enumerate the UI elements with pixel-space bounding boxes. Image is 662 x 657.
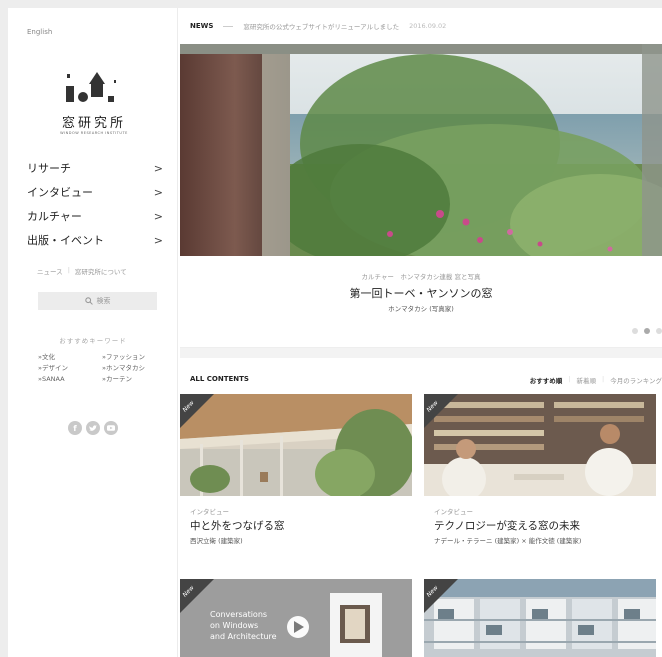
news-headline[interactable]: 窓研究所の公式ウェブサイトがリニューアルしました (243, 21, 399, 31)
hero-photo (180, 44, 662, 256)
news-label: NEWS (190, 22, 214, 30)
video-title-line: and Architecture (210, 632, 277, 641)
logo-mark-icon (66, 72, 116, 102)
logo-subtitle: WINDOW RESEARCH INSTITUTE (60, 131, 128, 135)
hero-author: ホンマタカシ (写真家) (388, 305, 454, 313)
keyword-link[interactable]: »SANAA (38, 375, 102, 384)
divider: | (67, 266, 70, 274)
card-thumbnail[interactable]: New (180, 394, 412, 496)
chevron-right-icon: > (153, 161, 163, 175)
chevron-right-icon: > (153, 185, 163, 199)
all-contents-header: ALL CONTENTS おすすめ順 | 新着順 | 今月のランキング (180, 368, 662, 392)
logo[interactable]: 窓研究所 WINDOW RESEARCH INSTITUTE (44, 60, 144, 145)
hero-caption[interactable]: カルチャー ホンマタカシ連載 窓と写真 第一回トーベ・ヤンソンの窓 ホンマタカシ… (180, 256, 662, 348)
keyword-link[interactable]: »文化 (38, 353, 102, 362)
about-link[interactable]: 窓研究所について (75, 266, 127, 276)
card-photo (424, 394, 656, 496)
keyword-link[interactable]: »ホンマタカシ (102, 364, 163, 373)
slider-pagination (632, 328, 662, 334)
youtube-icon[interactable] (104, 421, 118, 435)
sort-ranking[interactable]: 今月のランキング (610, 375, 662, 385)
page-frame: English 窓研究所 WINDOW RESEARCH INSTITUTE リ… (8, 8, 662, 657)
sub-links: ニュース | 窓研究所について (37, 266, 127, 276)
card-author: 西沢立衛 (建築家) (190, 537, 243, 545)
video-title-line: on Windows (210, 621, 259, 630)
search-box[interactable]: 検索 (38, 292, 157, 310)
main-nav: リサーチ > インタビュー > カルチャー > 出版・イベント > (27, 156, 163, 252)
keyword-link[interactable]: »カーテン (102, 375, 163, 384)
nav-label: インタビュー (27, 186, 93, 199)
keyword-link[interactable]: »ファッション (102, 353, 163, 362)
content-card[interactable]: New インタビュー 中と外をつなげる窓 西沢立衛 (建築家) (180, 394, 412, 574)
card-photo (180, 394, 412, 496)
keywords-list: »文化 »ファッション »デザイン »ホンマタカシ »SANAA »カーテン (38, 353, 163, 383)
divider: | (568, 375, 571, 383)
facebook-icon[interactable]: f (68, 421, 82, 435)
sort-tabs: おすすめ順 | 新着順 | 今月のランキング (530, 375, 662, 385)
news-link[interactable]: ニュース (37, 266, 63, 276)
keywords-title: おすすめキーワード (59, 337, 127, 345)
nav-label: 出版・イベント (27, 234, 104, 247)
nav-item-research[interactable]: リサーチ > (27, 156, 163, 180)
hero-title[interactable]: 第一回トーベ・ヤンソンの窓 (180, 285, 662, 301)
content-card[interactable]: New (424, 579, 656, 657)
card-title[interactable]: テクノロジーが変える窓の未来 (434, 518, 580, 533)
chevron-right-icon: > (153, 233, 163, 247)
video-title: Conversations on Windows and Architectur… (210, 609, 277, 642)
card-photo (424, 579, 656, 657)
slider-dot[interactable] (656, 328, 662, 334)
nav-item-culture[interactable]: カルチャー > (27, 204, 163, 228)
slider-dot[interactable] (632, 328, 638, 334)
search-icon (84, 297, 93, 305)
hero-category: カルチャー ホンマタカシ連載 窓と写真 (361, 273, 481, 281)
news-ticker[interactable]: NEWS 窓研究所の公式ウェブサイトがリニューアルしました 2016.09.02 (180, 8, 662, 44)
content-card-video[interactable]: Conversations on Windows and Architectur… (180, 579, 412, 657)
bird-icon (89, 424, 97, 431)
twitter-icon[interactable] (86, 421, 100, 435)
sort-newest[interactable]: 新着順 (576, 375, 596, 385)
hero-slide-image[interactable] (180, 44, 662, 256)
nav-label: カルチャー (27, 210, 82, 223)
divider: | (601, 375, 605, 383)
card-category: インタビュー (434, 508, 473, 516)
video-title-line: Conversations (210, 610, 268, 619)
card-author: ナデール・テラーニ (建築家) × 能作文徳 (建築家) (434, 537, 582, 545)
card-category: インタビュー (190, 508, 229, 516)
chevron-right-icon: > (153, 209, 163, 223)
content-card[interactable]: New インタビュー テクノロジーが変える窓の未来 ナデール・テラーニ (建築家… (424, 394, 656, 574)
divider (223, 25, 234, 27)
section-divider (180, 348, 662, 358)
nav-item-interview[interactable]: インタビュー > (27, 180, 163, 204)
nav-label: リサーチ (27, 162, 71, 175)
logo-title: 窓研究所 (61, 116, 126, 131)
social-links: f (68, 421, 118, 435)
all-contents-label: ALL CONTENTS (190, 375, 249, 383)
main-content: NEWS 窓研究所の公式ウェブサイトがリニューアルしました 2016.09.02 (180, 8, 662, 657)
language-switch[interactable]: English (27, 28, 52, 36)
card-title[interactable]: 中と外をつなげる窓 (190, 518, 285, 533)
keyword-link[interactable]: »デザイン (38, 364, 102, 373)
sidebar: English 窓研究所 WINDOW RESEARCH INSTITUTE リ… (8, 8, 178, 657)
sort-recommended[interactable]: おすすめ順 (530, 375, 563, 385)
nav-item-publication-event[interactable]: 出版・イベント > (27, 228, 163, 252)
play-icon (107, 425, 115, 431)
news-date: 2016.09.02 (409, 22, 447, 30)
search-label: 検索 (96, 297, 111, 305)
slider-dot-active[interactable] (644, 328, 650, 334)
card-thumbnail[interactable]: New (424, 394, 656, 496)
